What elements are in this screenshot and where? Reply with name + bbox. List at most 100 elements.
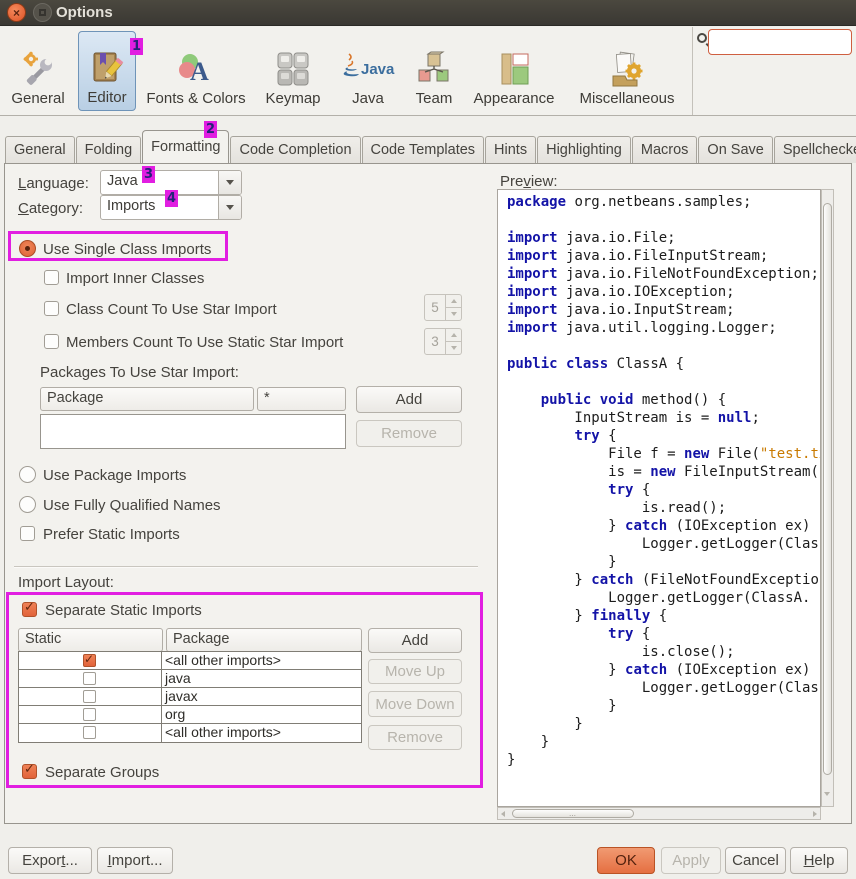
table-row[interactable]: org <box>19 706 361 724</box>
table-row[interactable]: <all other imports> <box>19 724 361 742</box>
gears-icon <box>19 50 57 88</box>
toolbar-item-java[interactable]: Java Java <box>338 31 398 111</box>
toolbar-item-general[interactable]: General <box>8 31 68 111</box>
members-count-label: Members Count To Use Static Star Import <box>66 334 343 351</box>
table-row[interactable]: <all other imports> <box>19 652 361 670</box>
tab-folding[interactable]: Folding <box>76 136 142 163</box>
toolbar-item-keymap[interactable]: Keymap <box>255 31 331 111</box>
star-table-header-star[interactable]: * <box>257 387 346 411</box>
separate-groups-checkbox[interactable] <box>22 764 37 779</box>
scroll-up-icon[interactable] <box>824 193 831 200</box>
packages-star-import-label: Packages To Use Star Import: <box>40 364 239 381</box>
class-count-checkbox[interactable] <box>44 301 59 316</box>
maximize-icon[interactable] <box>33 3 52 22</box>
use-single-class-imports-label: Use Single Class Imports <box>43 241 211 258</box>
import-inner-classes-checkbox[interactable] <box>44 270 59 285</box>
tab-on-save[interactable]: On Save <box>698 136 772 163</box>
star-table-body[interactable] <box>40 414 346 449</box>
use-single-class-imports-radio[interactable] <box>19 240 36 257</box>
export-button[interactable]: Export... <box>8 847 92 874</box>
tab-bar: General Folding Formatting Code Completi… <box>5 130 851 163</box>
star-add-button[interactable]: Add <box>356 386 462 413</box>
apply-button[interactable]: Apply <box>661 847 721 874</box>
star-remove-button[interactable]: Remove <box>356 420 462 447</box>
scroll-down-icon[interactable] <box>824 796 831 803</box>
layout-header-package[interactable]: Package <box>166 628 362 652</box>
class-count-label: Class Count To Use Star Import <box>66 301 277 318</box>
chevron-down-icon[interactable] <box>218 196 241 219</box>
toolbar-item-appearance[interactable]: Appearance <box>468 31 560 111</box>
cancel-button[interactable]: Cancel <box>725 847 786 874</box>
row-package-cell[interactable]: javax <box>162 688 361 705</box>
toolbar-item-team[interactable]: Team <box>404 31 464 111</box>
tab-code-completion[interactable]: Code Completion <box>230 136 360 163</box>
tab-general[interactable]: General <box>5 136 75 163</box>
separate-static-imports-checkbox[interactable] <box>22 602 37 617</box>
import-layout-table[interactable]: <all other imports> java javax org <all … <box>18 651 362 743</box>
toolbar-label-team: Team <box>416 90 453 111</box>
class-count-value: 5 <box>424 294 446 321</box>
move-up-button[interactable]: Move Up <box>368 659 462 684</box>
horizontal-scroll-thumb[interactable]: ⋯ <box>512 809 634 818</box>
close-icon[interactable]: × <box>7 3 26 22</box>
spinner-up-icon <box>446 294 462 307</box>
help-button[interactable]: Help <box>790 847 848 874</box>
prefer-static-imports-label: Prefer Static Imports <box>43 526 180 543</box>
layout-add-button[interactable]: Add <box>368 628 462 653</box>
ok-button[interactable]: OK <box>597 847 655 874</box>
toolbar-item-fonts-colors[interactable]: A Fonts & Colors <box>145 31 247 111</box>
use-fully-qualified-names-radio[interactable] <box>19 496 36 513</box>
language-label: Language: <box>18 175 89 192</box>
row-package-cell[interactable]: <all other imports> <box>162 724 361 742</box>
row-static-checkbox[interactable] <box>83 654 96 667</box>
fonts-colors-icon: A <box>176 50 216 88</box>
row-package-cell[interactable]: java <box>162 670 361 687</box>
search-input[interactable] <box>708 29 852 55</box>
tab-spellchecker[interactable]: Spellchecker <box>774 136 856 163</box>
horizontal-scrollbar[interactable]: ⋯ <box>497 807 821 820</box>
row-static-checkbox[interactable] <box>83 672 96 685</box>
tab-highlighting[interactable]: Highlighting <box>537 136 631 163</box>
toolbar-label-appearance: Appearance <box>474 90 555 111</box>
annotation-badge-3: 3 <box>142 166 155 183</box>
toolbar-separator <box>692 27 693 115</box>
vertical-scroll-thumb[interactable] <box>823 203 832 775</box>
category-label: Category: <box>18 200 83 217</box>
import-button[interactable]: Import... <box>97 847 173 874</box>
members-count-checkbox[interactable] <box>44 334 59 349</box>
toolbar-label-editor: Editor <box>87 89 126 110</box>
class-count-spinner[interactable]: 5 <box>424 294 462 321</box>
chevron-down-icon[interactable] <box>218 171 241 194</box>
tab-hints[interactable]: Hints <box>485 136 536 163</box>
vertical-scrollbar[interactable] <box>821 189 834 807</box>
use-package-imports-radio[interactable] <box>19 466 36 483</box>
layout-remove-button[interactable]: Remove <box>368 725 462 750</box>
table-row[interactable]: javax <box>19 688 361 706</box>
toolbar-item-editor[interactable]: Editor <box>78 31 136 111</box>
scroll-left-icon[interactable] <box>501 811 505 817</box>
move-down-button[interactable]: Move Down <box>368 691 462 717</box>
row-package-cell[interactable]: <all other imports> <box>162 652 361 669</box>
table-row[interactable]: java <box>19 670 361 688</box>
row-static-checkbox[interactable] <box>83 708 96 721</box>
row-static-checkbox[interactable] <box>83 726 96 739</box>
use-package-imports-label: Use Package Imports <box>43 467 186 484</box>
category-value: Imports <box>101 196 218 219</box>
members-count-spinner[interactable]: 3 <box>424 328 462 355</box>
toolbar-label-keymap: Keymap <box>265 90 320 111</box>
row-static-checkbox[interactable] <box>83 690 96 703</box>
separate-static-imports-label: Separate Static Imports <box>45 602 202 619</box>
layout-header-static[interactable]: Static <box>18 628 163 652</box>
window-title: Options <box>56 4 113 21</box>
spinner-up-icon <box>446 328 462 341</box>
preview-code: package org.netbeans.samples; import jav… <box>498 190 820 769</box>
preview-pane: package org.netbeans.samples; import jav… <box>497 189 821 807</box>
toolbar-label-general: General <box>11 90 64 111</box>
tab-macros[interactable]: Macros <box>632 136 698 163</box>
row-package-cell[interactable]: org <box>162 706 361 723</box>
prefer-static-imports-checkbox[interactable] <box>20 526 35 541</box>
tab-code-templates[interactable]: Code Templates <box>362 136 485 163</box>
scroll-right-icon[interactable] <box>813 811 817 817</box>
star-table-header-package[interactable]: Package <box>40 387 254 411</box>
toolbar-item-miscellaneous[interactable]: Miscellaneous <box>568 31 686 111</box>
